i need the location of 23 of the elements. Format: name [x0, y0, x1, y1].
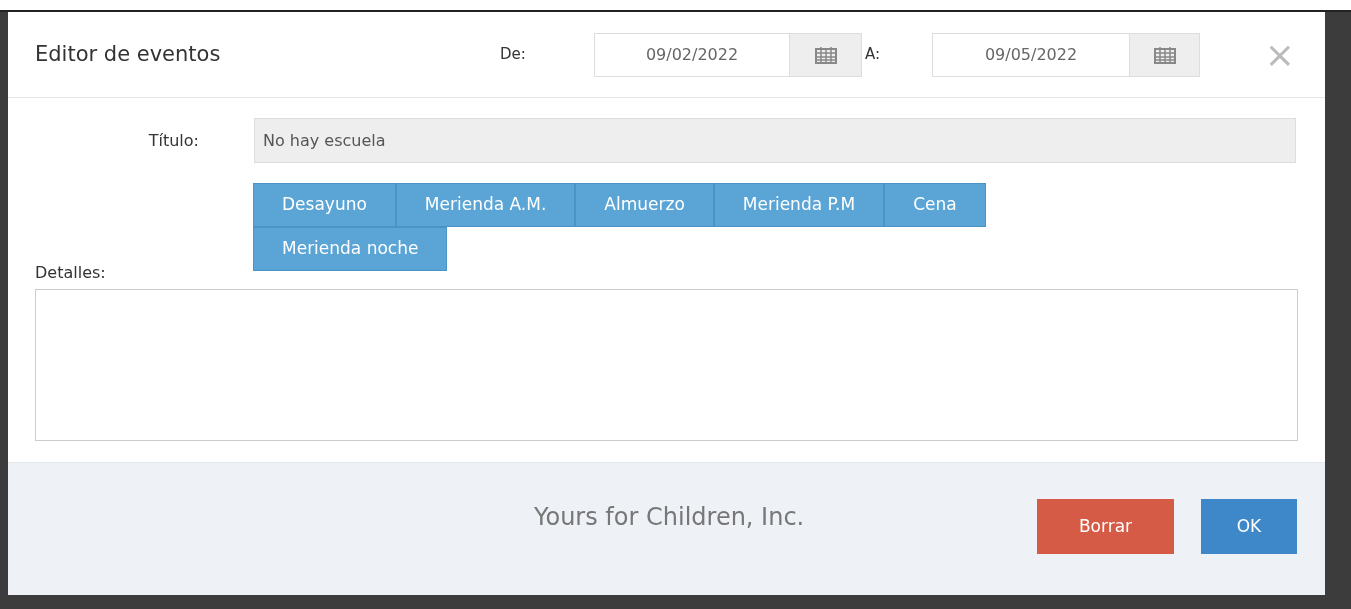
meal-button[interactable]: Merienda A.M.	[395, 183, 576, 227]
date-field[interactable]: 09/05/2022	[932, 32, 1130, 77]
title-label: Título:	[147, 130, 200, 152]
calendar-icon	[814, 45, 837, 64]
details-label: Detalles:	[35, 262, 107, 284]
to-label: A:	[864, 44, 882, 66]
meal-button[interactable]: Merienda noche	[253, 227, 448, 271]
dialog-title: Editor de eventos	[35, 40, 222, 68]
company-name: Yours for Children, Inc.	[534, 501, 805, 533]
ok-button[interactable]: OK	[1201, 499, 1297, 554]
from-label: De:	[500, 44, 527, 66]
calendar-icon	[1153, 45, 1176, 64]
meal-button[interactable]: Cena	[884, 183, 986, 227]
details-field[interactable]	[35, 289, 1298, 441]
calendar-button[interactable]	[790, 32, 862, 77]
title-field[interactable]: No hay escuela	[254, 118, 1296, 163]
meal-button[interactable]: Merienda P.M	[713, 183, 885, 227]
date-field[interactable]: 09/02/2022	[594, 32, 790, 77]
meal-button[interactable]: Almuerzo	[575, 183, 714, 227]
close-button[interactable]: ×	[1264, 36, 1295, 73]
meal-button[interactable]: Desayuno	[253, 183, 396, 227]
calendar-button[interactable]	[1130, 32, 1200, 77]
delete-button[interactable]: Borrar	[1037, 499, 1174, 554]
